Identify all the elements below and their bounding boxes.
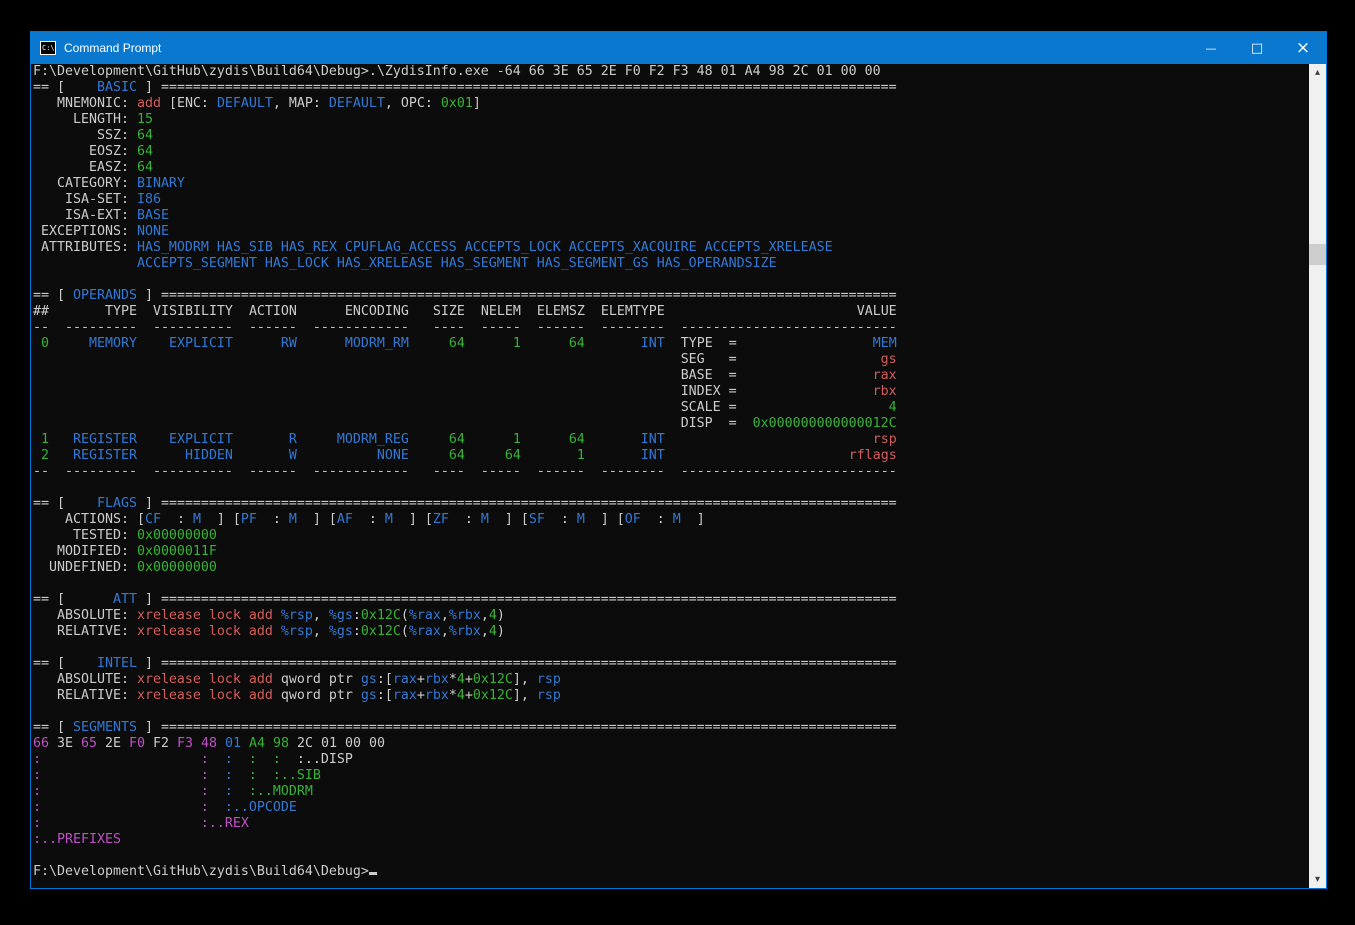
scroll-up-icon: ▴ [1315, 67, 1320, 78]
console-line: EASZ: 64 [33, 160, 1308, 176]
cmd-icon: C:\ [40, 41, 56, 55]
console-line: ISA-EXT: BASE [33, 208, 1308, 224]
close-icon: × [1296, 38, 1310, 58]
console-line: ## TYPE VISIBILITY ACTION ENCODING SIZE … [33, 304, 1308, 320]
console-line: SEG = gs [33, 352, 1308, 368]
console-line: RELATIVE: xrelease lock add qword ptr gs… [33, 688, 1308, 704]
console-line: TESTED: 0x00000000 [33, 528, 1308, 544]
console-line: RELATIVE: xrelease lock add %rsp, %gs:0x… [33, 624, 1308, 640]
console-line: 0 MEMORY EXPLICIT RW MODRM_RM 64 1 64 IN… [33, 336, 1308, 352]
maximize-icon: □ [1251, 41, 1263, 56]
console-line [33, 848, 1308, 864]
console-line: F:\Development\GitHub\zydis\Build64\Debu… [33, 864, 1308, 880]
close-button[interactable]: × [1280, 32, 1326, 64]
console-line: == [ ATT ] =============================… [33, 592, 1308, 608]
scroll-up-button[interactable]: ▴ [1309, 64, 1326, 81]
console-line: == [ SEGMENTS ] ========================… [33, 720, 1308, 736]
console-line: 1 REGISTER EXPLICIT R MODRM_REG 64 1 64 … [33, 432, 1308, 448]
scroll-down-button[interactable]: ▾ [1309, 871, 1326, 888]
console-line: == [ BASIC ] ===========================… [33, 80, 1308, 96]
scroll-down-icon: ▾ [1315, 874, 1320, 885]
text-cursor [369, 872, 377, 875]
console-line: INDEX = rbx [33, 384, 1308, 400]
console-line: 2 REGISTER HIDDEN W NONE 64 64 1 INT rfl… [33, 448, 1308, 464]
console-line [33, 576, 1308, 592]
console-line: : : :..OPCODE [33, 800, 1308, 816]
console-line: ACTIONS: [CF : M ] [PF : M ] [AF : M ] [… [33, 512, 1308, 528]
console-line [33, 272, 1308, 288]
console-line: DISP = 0x000000000000012C [33, 416, 1308, 432]
console-line [33, 704, 1308, 720]
console-line [33, 640, 1308, 656]
console-line: SSZ: 64 [33, 128, 1308, 144]
console-line: == [ OPERANDS ] ========================… [33, 288, 1308, 304]
console-line: :..PREFIXES [33, 832, 1308, 848]
console-line: ATTRIBUTES: HAS_MODRM HAS_SIB HAS_REX CP… [33, 240, 1308, 256]
console-line: -- --------- ---------- ------ ---------… [33, 464, 1308, 480]
maximize-button[interactable]: □ [1234, 32, 1280, 64]
scrollbar[interactable]: ▴ ▾ [1309, 64, 1326, 888]
minimize-icon: — [1206, 42, 1217, 55]
console-line: EOSZ: 64 [33, 144, 1308, 160]
window-title: Command Prompt [64, 41, 161, 55]
console-line: UNDEFINED: 0x00000000 [33, 560, 1308, 576]
minimize-button[interactable]: — [1188, 32, 1234, 64]
console-output: F:\Development\GitHub\zydis\Build64\Debu… [33, 64, 1308, 888]
console-line: CATEGORY: BINARY [33, 176, 1308, 192]
window-controls: — □ × [1188, 32, 1326, 64]
console-line: BASE = rax [33, 368, 1308, 384]
cmd-icon-text: C:\ [42, 44, 55, 52]
console-line: 66 3E 65 2E F0 F2 F3 48 01 A4 98 2C 01 0… [33, 736, 1308, 752]
console-line: ABSOLUTE: xrelease lock add qword ptr gs… [33, 672, 1308, 688]
console-viewport[interactable]: F:\Development\GitHub\zydis\Build64\Debu… [31, 64, 1326, 888]
console-line: : :..REX [33, 816, 1308, 832]
console-line: LENGTH: 15 [33, 112, 1308, 128]
console-line: : : : :..MODRM [33, 784, 1308, 800]
console-line: EXCEPTIONS: NONE [33, 224, 1308, 240]
console-line: MODIFIED: 0x0000011F [33, 544, 1308, 560]
console-line: : : : : : :..DISP [33, 752, 1308, 768]
console-line: MNEMONIC: add [ENC: DEFAULT, MAP: DEFAUL… [33, 96, 1308, 112]
console-line: == [ FLAGS ] ===========================… [33, 496, 1308, 512]
console-line: == [ INTEL ] ===========================… [33, 656, 1308, 672]
console-line: ABSOLUTE: xrelease lock add %rsp, %gs:0x… [33, 608, 1308, 624]
console-line: F:\Development\GitHub\zydis\Build64\Debu… [33, 64, 1308, 80]
console-line: ACCEPTS_SEGMENT HAS_LOCK HAS_XRELEASE HA… [33, 256, 1308, 272]
console-line [33, 480, 1308, 496]
console-line: SCALE = 4 [33, 400, 1308, 416]
console-line: : : : : :..SIB [33, 768, 1308, 784]
console-line: -- --------- ---------- ------ ---------… [33, 320, 1308, 336]
console-line: ISA-SET: I86 [33, 192, 1308, 208]
desktop: { "colors": { "w": "#CCCCCC", "b": "#327… [0, 0, 1355, 925]
titlebar[interactable]: C:\ Command Prompt — □ × [31, 32, 1326, 64]
command-prompt-window: C:\ Command Prompt — □ × F:\Development\… [30, 31, 1327, 889]
scrollbar-thumb[interactable] [1309, 244, 1326, 265]
